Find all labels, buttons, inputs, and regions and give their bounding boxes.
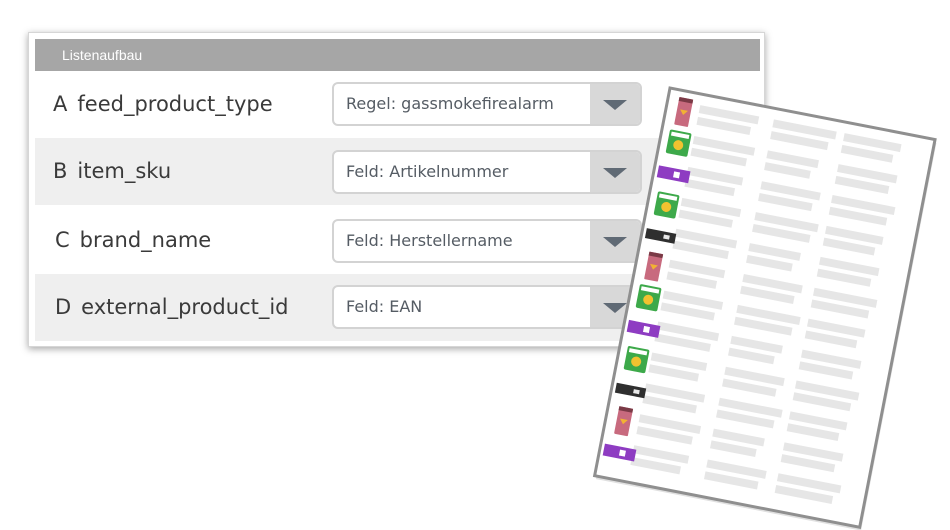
box-logo [673,171,681,179]
box-logo [642,325,651,333]
box-logo [618,449,626,457]
product-list-sheet-illustration [592,86,937,530]
